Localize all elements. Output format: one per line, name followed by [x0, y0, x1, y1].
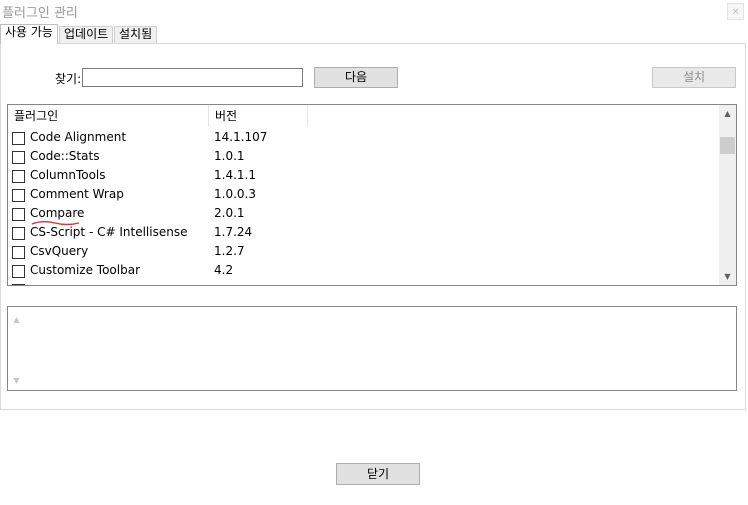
plugin-checkbox[interactable] — [12, 189, 25, 202]
desc-scroll-up-icon[interactable]: ▲ — [8, 311, 25, 328]
plugin-version: 4.2 — [214, 263, 234, 277]
plugin-name: ColumnTools — [30, 168, 106, 182]
plugin-list[interactable]: 플러그인 버전 Code Alignment 14.1.107 Code::St… — [7, 104, 737, 286]
scroll-down-arrow-icon[interactable]: ▼ — [719, 268, 736, 285]
plugin-name: Code::Stats — [30, 149, 100, 163]
plugin-checkbox[interactable] — [12, 132, 25, 145]
annotation-underline — [31, 221, 80, 226]
plugin-version: 1.2.7 — [214, 244, 245, 258]
window-title: 플러그인 관리 — [2, 6, 78, 21]
tab-updates[interactable]: 업데이트 — [59, 26, 114, 43]
list-item[interactable]: CS-Script - C# Intellisense 1.7.24 — [8, 224, 720, 243]
plugin-version: 1.4.1.1 — [214, 168, 256, 182]
plugin-checkbox[interactable] — [12, 265, 25, 278]
desc-scroll-down-icon[interactable]: ▼ — [8, 372, 25, 389]
plugin-checkbox[interactable] — [12, 151, 25, 164]
list-item-partial[interactable] — [8, 281, 720, 285]
plugin-name: CsvQuery — [30, 244, 89, 258]
close-button[interactable]: 닫기 — [336, 463, 420, 485]
plugin-name: CS-Script - C# Intellisense — [30, 225, 188, 239]
tab-installed[interactable]: 설치됨 — [114, 26, 158, 43]
plugin-version: 14.1.107 — [214, 130, 268, 144]
scroll-thumb[interactable] — [720, 137, 735, 154]
list-item[interactable]: Compare 2.0.1 — [8, 205, 720, 224]
plugin-name: Comment Wrap — [30, 187, 124, 201]
plugin-name: Compare — [30, 206, 85, 220]
list-item[interactable]: Customize Toolbar 4.2 — [8, 262, 720, 281]
list-item[interactable]: Comment Wrap 1.0.0.3 — [8, 186, 720, 205]
plugin-checkbox[interactable] — [12, 284, 25, 285]
list-scrollbar[interactable]: ▲ ▼ — [719, 105, 736, 285]
plugin-version: 1.7.24 — [214, 225, 253, 239]
next-button[interactable]: 다음 — [314, 67, 398, 88]
close-window-button[interactable]: × — [727, 3, 744, 20]
search-input[interactable] — [82, 68, 303, 87]
plugin-checkbox[interactable] — [12, 170, 25, 183]
plugin-name: Code Alignment — [30, 130, 127, 144]
plugin-version: 1.0.1 — [214, 149, 245, 163]
plugin-version: 2.0.1 — [214, 206, 245, 220]
plugin-name: Customize Toolbar — [30, 263, 141, 277]
plugin-checkbox[interactable] — [12, 227, 25, 240]
plugin-checkbox[interactable] — [12, 246, 25, 259]
scroll-up-arrow-icon[interactable]: ▲ — [719, 105, 736, 122]
column-header-plugin[interactable]: 플러그인 — [8, 105, 209, 127]
list-item[interactable]: Code Alignment 14.1.107 — [8, 129, 720, 148]
plugin-version: 1.0.0.3 — [214, 187, 256, 201]
list-item[interactable]: CsvQuery 1.2.7 — [8, 243, 720, 262]
install-button[interactable]: 설치 — [652, 67, 736, 88]
list-item[interactable]: ColumnTools 1.4.1.1 — [8, 167, 720, 186]
search-label: 찾기: — [55, 72, 82, 86]
description-box[interactable]: ▲ ▼ — [7, 306, 737, 391]
list-item[interactable]: Code::Stats 1.0.1 — [8, 148, 720, 167]
list-header: 플러그인 버전 — [8, 105, 720, 127]
plugin-checkbox[interactable] — [12, 208, 25, 221]
column-header-version[interactable]: 버전 — [209, 105, 308, 127]
tab-available[interactable]: 사용 가능 — [0, 24, 58, 44]
